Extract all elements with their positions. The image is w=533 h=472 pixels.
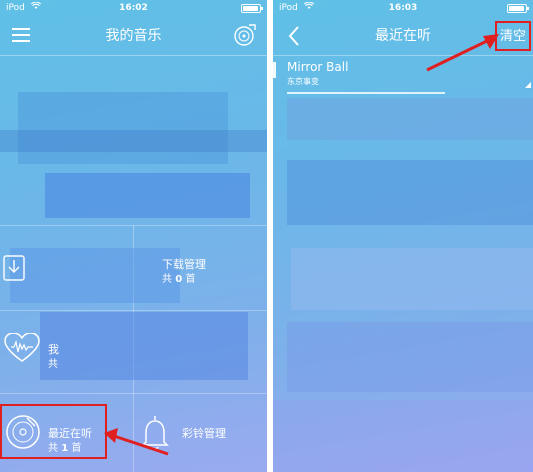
page-title: 我的音乐 [105, 28, 162, 44]
battery-icon [507, 4, 529, 13]
status-bar: iPod 16:02 [0, 0, 267, 16]
heart-icon [4, 333, 40, 362]
status-time: 16:02 [119, 3, 148, 13]
my-music-screen: iPod 16:02 我的音乐 下载管理 共 0 首 我 共 最近在听 共 1 … [0, 0, 267, 472]
recently-played-screen: iPod 16:03 最近在听 清空 Mirror Ball 东京事变 [273, 0, 533, 472]
annotation-highlight-box [0, 404, 107, 459]
obscured-area [291, 248, 533, 310]
ringtone-manager-tile[interactable]: 彩铃管理 [134, 394, 267, 472]
list-item[interactable]: Mirror Ball 东京事变 [273, 57, 533, 95]
obscured-banner [45, 173, 250, 218]
song-artist: 东京事变 [287, 77, 319, 86]
battery-icon [241, 4, 263, 13]
favorites-tile[interactable]: 我 共 [0, 311, 133, 393]
obscured-area [287, 160, 533, 225]
corner-mark [525, 82, 531, 88]
status-bar: iPod 16:03 [273, 0, 533, 16]
clear-button[interactable]: 清空 [494, 21, 531, 51]
ringtone-label: 彩铃管理 [182, 427, 226, 440]
song-title: Mirror Ball [287, 60, 349, 74]
download-manager-tile[interactable]: 下载管理 共 0 首 [134, 226, 267, 310]
bell-icon [141, 416, 169, 450]
nav-bar: 最近在听 清空 [273, 16, 533, 56]
favorites-count: 共 [48, 359, 58, 370]
nav-bar: 我的音乐 [0, 16, 267, 56]
song-progress [287, 92, 445, 94]
obscured-banner [18, 92, 228, 164]
download-count: 共 0 首 [162, 274, 196, 285]
status-time: 16:03 [388, 3, 418, 13]
disc-icon[interactable] [233, 23, 257, 47]
download-icon [3, 255, 25, 281]
obscured-area [287, 98, 533, 140]
obscured-area [287, 322, 533, 392]
obscured-banner [0, 130, 267, 152]
obscured-area [273, 400, 533, 472]
